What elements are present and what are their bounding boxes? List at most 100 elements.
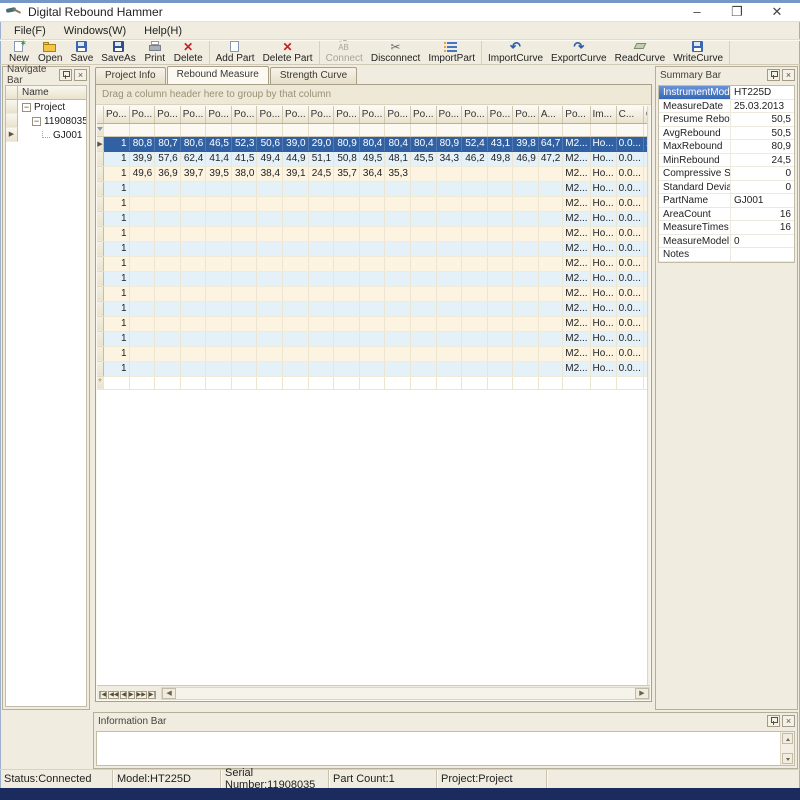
- property-value[interactable]: HT225D: [731, 86, 794, 99]
- grid-cell[interactable]: 39,9: [129, 151, 155, 166]
- grid-cell[interactable]: [231, 256, 257, 271]
- grid-cell[interactable]: [283, 181, 309, 196]
- grid-cell[interactable]: 39,8: [513, 136, 539, 151]
- grid-cell[interactable]: [231, 196, 257, 211]
- grid-cell[interactable]: 1: [104, 346, 130, 361]
- grid-cell[interactable]: [257, 196, 283, 211]
- grid-cell[interactable]: [462, 256, 488, 271]
- grid-cell[interactable]: [462, 181, 488, 196]
- grid-cell[interactable]: [385, 211, 411, 226]
- property-row-presume-rebound[interactable]: Presume Rebound50,5: [659, 113, 794, 127]
- grid-cell[interactable]: Ho...: [590, 271, 616, 286]
- grid-cell[interactable]: [283, 346, 309, 361]
- grid-cell[interactable]: [462, 331, 488, 346]
- grid-cell[interactable]: [206, 181, 232, 196]
- filter-cell[interactable]: [590, 123, 616, 136]
- grid-cell[interactable]: [155, 376, 181, 389]
- scroll-up-icon[interactable]: [782, 733, 793, 744]
- grid-cell[interactable]: [155, 226, 181, 241]
- property-value[interactable]: 24,5: [731, 154, 794, 167]
- grid-cell[interactable]: 51,1: [308, 151, 334, 166]
- tree-node-gj001[interactable]: ▶GJ001: [6, 128, 86, 142]
- grid-cell[interactable]: [129, 316, 155, 331]
- filter-cell[interactable]: [334, 123, 360, 136]
- grid-cell[interactable]: 80,4: [359, 136, 385, 151]
- grid-cell[interactable]: [334, 361, 360, 376]
- grid-cell[interactable]: [538, 181, 562, 196]
- grid-cell[interactable]: 49,6: [129, 166, 155, 181]
- vertical-scrollbar[interactable]: [647, 106, 650, 685]
- grid-cell[interactable]: 0.0...: [616, 211, 643, 226]
- property-value[interactable]: 25.03.2013: [731, 100, 794, 113]
- horizontal-scrollbar[interactable]: ◀ ▶: [161, 687, 650, 700]
- filter-cell[interactable]: [513, 123, 539, 136]
- table-row[interactable]: 1M2...Ho...0.0...Pu...: [97, 256, 647, 271]
- grid-cell[interactable]: [359, 256, 385, 271]
- grid-cell[interactable]: [334, 376, 360, 389]
- grid-cell[interactable]: [155, 346, 181, 361]
- grid-cell[interactable]: [513, 256, 539, 271]
- grid-cell[interactable]: [257, 211, 283, 226]
- toolbar-print-button[interactable]: Print: [140, 41, 170, 64]
- grid-cell[interactable]: [206, 241, 232, 256]
- grid-cell[interactable]: [359, 301, 385, 316]
- property-row-standard-deviatio[interactable]: Standard Deviatio0: [659, 181, 794, 195]
- property-row-measuremodel[interactable]: MeasureModel0: [659, 235, 794, 249]
- grid-cell[interactable]: [538, 211, 562, 226]
- grid-cell[interactable]: 0.0...: [616, 271, 643, 286]
- grid-cell[interactable]: [231, 376, 257, 389]
- table-row[interactable]: 1M2...Ho...0.0...Pu...: [97, 226, 647, 241]
- grid-cell[interactable]: M2...: [563, 301, 590, 316]
- grid-cell[interactable]: 0.0...: [616, 151, 643, 166]
- grid-cell[interactable]: [385, 346, 411, 361]
- grid-cell[interactable]: 35,3: [385, 166, 411, 181]
- filter-cell[interactable]: [206, 123, 232, 136]
- grid-cell[interactable]: [487, 211, 513, 226]
- grid-cell[interactable]: [385, 181, 411, 196]
- grid-cell[interactable]: [590, 376, 616, 389]
- grid-cell[interactable]: [436, 301, 462, 316]
- grid-cell[interactable]: [283, 361, 309, 376]
- grid-cell[interactable]: [410, 301, 436, 316]
- grid-cell[interactable]: [513, 376, 539, 389]
- grid-cell[interactable]: [206, 346, 232, 361]
- grid-cell[interactable]: [129, 196, 155, 211]
- column-header[interactable]: Po...: [359, 106, 385, 123]
- grid-cell[interactable]: [538, 271, 562, 286]
- grid-cell[interactable]: [410, 286, 436, 301]
- grid-cell[interactable]: [436, 166, 462, 181]
- grid-cell[interactable]: [129, 361, 155, 376]
- scroll-down-icon[interactable]: [782, 753, 793, 764]
- grid-cell[interactable]: [231, 346, 257, 361]
- toolbar-open-button[interactable]: Open: [34, 41, 66, 64]
- grid-cell[interactable]: [385, 226, 411, 241]
- grid-cell[interactable]: 0.0...: [616, 331, 643, 346]
- grid-cell[interactable]: [155, 196, 181, 211]
- grid-cell[interactable]: [410, 376, 436, 389]
- grid-cell[interactable]: [231, 211, 257, 226]
- grid-cell[interactable]: [513, 241, 539, 256]
- grid-cell[interactable]: 52,3: [231, 136, 257, 151]
- grid-cell[interactable]: 47,2: [538, 151, 562, 166]
- grid-cell[interactable]: 0.0...: [616, 301, 643, 316]
- grid-cell[interactable]: [538, 376, 562, 389]
- grid-cell[interactable]: [410, 241, 436, 256]
- grid-cell[interactable]: [487, 286, 513, 301]
- grid-cell[interactable]: [487, 181, 513, 196]
- column-header[interactable]: Po...: [385, 106, 411, 123]
- grid-cell[interactable]: [231, 316, 257, 331]
- property-row-avgrebound[interactable]: AvgRebound50,5: [659, 127, 794, 141]
- grid-cell[interactable]: 1: [104, 361, 130, 376]
- grid-cell[interactable]: 0.0...: [616, 181, 643, 196]
- grid-cell[interactable]: [257, 181, 283, 196]
- grid-cell[interactable]: [487, 196, 513, 211]
- grid-cell[interactable]: [385, 241, 411, 256]
- grid-cell[interactable]: 0.0...: [616, 316, 643, 331]
- grid-cell[interactable]: 1: [104, 226, 130, 241]
- grid-cell[interactable]: [257, 241, 283, 256]
- filter-cell[interactable]: [487, 123, 513, 136]
- grid-cell[interactable]: 0.0...: [616, 241, 643, 256]
- grid-cell[interactable]: [487, 331, 513, 346]
- grid-cell[interactable]: 1: [104, 331, 130, 346]
- property-row-notes[interactable]: Notes: [659, 248, 794, 262]
